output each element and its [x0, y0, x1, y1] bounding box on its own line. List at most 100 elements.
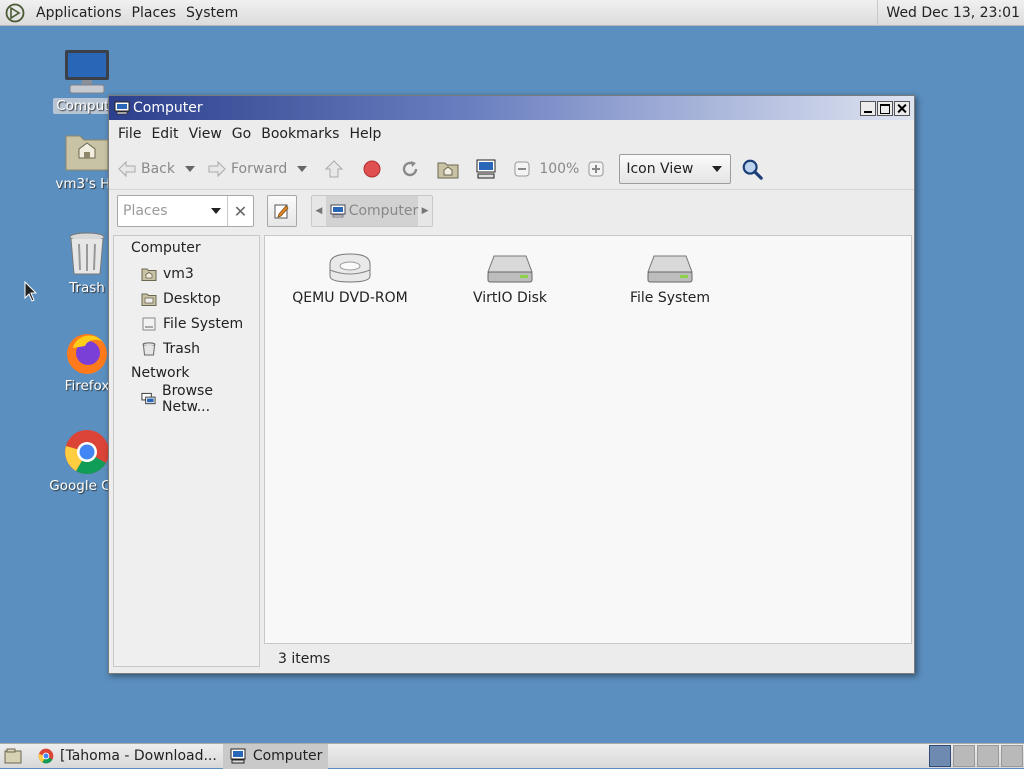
close-button[interactable]	[894, 100, 910, 116]
places-menu[interactable]: Places	[127, 5, 182, 21]
workspace-3[interactable]	[977, 745, 999, 767]
forward-arrow-icon	[208, 160, 226, 177]
chrome-icon	[38, 748, 54, 764]
menu-go[interactable]: Go	[227, 126, 256, 142]
reload-icon	[403, 160, 418, 176]
system-menu[interactable]: System	[181, 5, 243, 21]
forward-button[interactable]: Forward	[207, 160, 287, 178]
zoom-in-icon	[588, 161, 604, 176]
window-titlebar[interactable]: Computer	[109, 96, 914, 120]
sidebar-item-label: Desktop	[163, 290, 221, 307]
home-folder-icon	[141, 268, 157, 281]
menu-edit[interactable]: Edit	[146, 126, 183, 142]
bottom-taskbar: [Tahoma - Download... Computer	[0, 743, 1024, 769]
task-computer[interactable]: Computer	[222, 743, 329, 769]
menu-logo-icon[interactable]	[5, 3, 25, 23]
hard-disk-icon	[487, 255, 533, 283]
file-view[interactable]: QEMU DVD-ROM VirtIO Disk File System	[264, 235, 912, 644]
places-sidebar: Computer vm3 Desktop File System Trash N…	[113, 235, 260, 667]
clock[interactable]: Wed Dec 13, 23:01	[877, 0, 1024, 26]
task-label: [Tahoma - Download...	[60, 748, 217, 764]
task-label: Computer	[252, 748, 323, 764]
maximize-button[interactable]	[877, 100, 893, 116]
sidebar-item-label: File System	[163, 315, 244, 332]
breadcrumb-left-icon[interactable]: ◀	[312, 206, 326, 216]
places-combo[interactable]: Places ✕	[117, 195, 254, 227]
menu-file[interactable]: File	[113, 126, 146, 142]
mouse-cursor-icon	[24, 281, 38, 302]
sidebar-item-trash[interactable]: Trash	[114, 336, 259, 361]
sidebar-item-browse-network[interactable]: Browse Netw...	[114, 383, 259, 415]
filesystem-icon	[142, 317, 156, 330]
menu-bookmarks[interactable]: Bookmarks	[256, 126, 344, 142]
sidebar-header-computer: Computer	[131, 240, 201, 256]
workspace-4[interactable]	[1001, 745, 1023, 767]
computer-button[interactable]	[475, 158, 497, 180]
home-button[interactable]	[437, 158, 459, 180]
file-item-label: VirtIO Disk	[472, 290, 548, 306]
chevron-down-icon	[712, 165, 723, 172]
desktop-icon-label: Trash	[69, 280, 105, 296]
zoom-out-icon	[514, 161, 530, 176]
chevron-down-icon[interactable]	[211, 208, 221, 214]
menu-view[interactable]: View	[184, 126, 227, 142]
back-history-dropdown[interactable]	[185, 165, 195, 172]
menubar: File Edit View Go Bookmarks Help	[109, 120, 914, 148]
show-desktop-button[interactable]	[0, 744, 32, 769]
home-folder-icon	[65, 135, 109, 171]
status-text: 3 items	[278, 650, 331, 667]
zoom-out-button[interactable]	[511, 158, 533, 180]
back-label: Back	[141, 160, 175, 177]
breadcrumb-computer[interactable]: Computer	[325, 196, 419, 226]
sidebar-item-label: Trash	[163, 340, 200, 357]
back-button[interactable]: Back	[117, 160, 175, 178]
file-item-file-system[interactable]: File System	[600, 250, 740, 306]
edit-location-button[interactable]	[267, 195, 297, 227]
close-pane-icon[interactable]: ✕	[227, 196, 253, 226]
stop-button[interactable]	[361, 158, 383, 180]
reload-button[interactable]	[399, 158, 421, 180]
breadcrumb-right-icon[interactable]: ▶	[418, 206, 432, 216]
back-arrow-icon	[118, 160, 136, 177]
task-chrome[interactable]: [Tahoma - Download...	[32, 744, 223, 769]
computer-icon	[476, 159, 496, 178]
breadcrumb: ◀ Computer ▶	[311, 195, 433, 227]
view-mode-select[interactable]: Icon View	[619, 153, 732, 184]
sidebar-item-desktop[interactable]: Desktop	[114, 286, 259, 311]
up-arrow-icon	[325, 159, 344, 177]
toolbar: Back Forward 100% Icon View	[109, 148, 914, 190]
breadcrumb-label: Computer	[348, 203, 419, 219]
sidebar-item-filesystem[interactable]: File System	[114, 311, 259, 336]
computer-icon	[330, 204, 346, 218]
chrome-icon	[65, 430, 109, 474]
firefox-icon	[67, 334, 107, 374]
menu-help[interactable]: Help	[344, 126, 386, 142]
trash-icon	[142, 341, 156, 355]
workspace-1[interactable]	[929, 745, 951, 767]
forward-label: Forward	[231, 160, 288, 177]
minimize-button[interactable]	[860, 100, 876, 116]
computer-icon	[65, 50, 109, 94]
show-desktop-icon	[4, 748, 22, 764]
desktop-icon-label: Firefox	[64, 378, 110, 394]
top-panel: Applications Places System Wed Dec 13, 2…	[0, 0, 1024, 26]
file-item-qemu-dvd-rom[interactable]: QEMU DVD-ROM	[280, 250, 420, 306]
places-placeholder: Places	[123, 203, 168, 219]
zoom-in-button[interactable]	[585, 158, 607, 180]
view-mode-label: Icon View	[626, 160, 694, 177]
zoom-level[interactable]: 100%	[539, 161, 579, 177]
file-item-virtio-disk[interactable]: VirtIO Disk	[440, 250, 580, 306]
workspace-2[interactable]	[953, 745, 975, 767]
status-bar: 3 items	[264, 646, 912, 671]
file-item-label: QEMU DVD-ROM	[292, 290, 408, 306]
up-button[interactable]	[323, 158, 345, 180]
search-button[interactable]	[741, 158, 764, 180]
applications-menu[interactable]: Applications	[31, 5, 127, 21]
edit-icon	[274, 204, 289, 219]
window-title: Computer	[133, 100, 203, 116]
sidebar-item-vm3[interactable]: vm3	[114, 261, 259, 286]
forward-history-dropdown[interactable]	[297, 165, 308, 172]
desktop-folder-icon	[141, 293, 157, 306]
network-icon	[141, 392, 156, 404]
computer-icon	[114, 101, 130, 115]
